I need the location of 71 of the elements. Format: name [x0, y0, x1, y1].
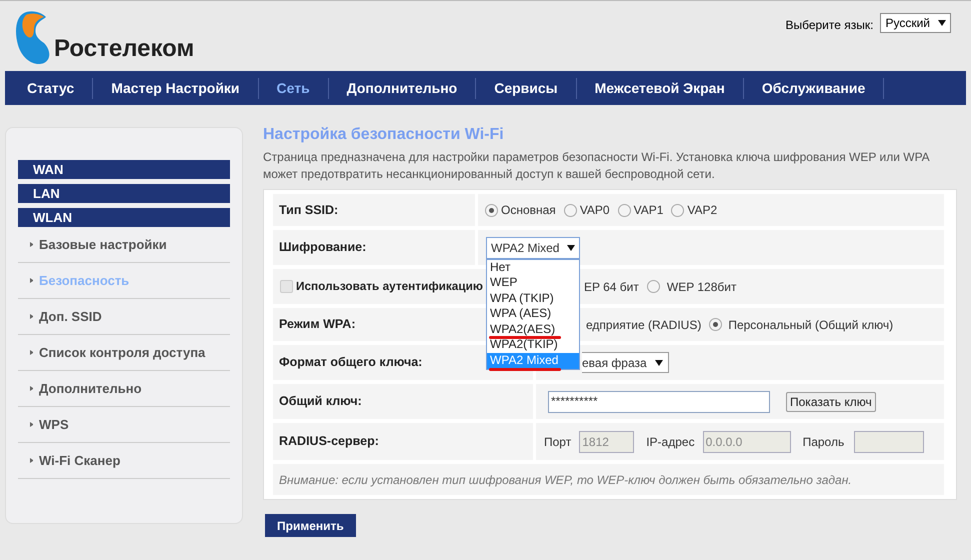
- radio-label: VAP1: [634, 202, 664, 219]
- page-description: Страница предназначена для настройки параметров безопасности Wi-Fi. Установка ключа шифрования WEP или WPA может предотвратить несанкционированный доступ к вашей беспроводной сети.: [263, 149, 930, 183]
- radio-button[interactable]: [618, 204, 631, 216]
- bullet-icon: [30, 242, 33, 247]
- radio-button[interactable]: [485, 204, 498, 216]
- language-select[interactable]: Русский: [880, 13, 951, 33]
- nav-tab[interactable]: Сервисы: [476, 78, 577, 98]
- nav-tab[interactable]: Дополнительно: [328, 78, 476, 98]
- radio-label: VAP2: [687, 202, 718, 219]
- brand-name: Ростелеком: [54, 37, 194, 61]
- sidebar-item[interactable]: Список контроля доступа: [39, 342, 206, 362]
- dropdown-option[interactable]: WPA (AES): [487, 306, 579, 322]
- bullet-icon: [30, 278, 33, 283]
- radio-label: едприятие (RADIUS): [586, 316, 702, 334]
- underline-mark: [489, 368, 561, 371]
- encryption-select[interactable]: WPA2 Mixed: [486, 236, 580, 258]
- bullet-icon: [30, 350, 33, 355]
- field-label: Шифрование:: [279, 239, 366, 256]
- checkbox[interactable]: [280, 280, 293, 293]
- dropdown-option[interactable]: WEP: [487, 275, 579, 291]
- radio-button[interactable]: [671, 204, 684, 216]
- show-key-button[interactable]: Показать ключ: [786, 392, 876, 412]
- underline-mark: [489, 336, 561, 340]
- radio-label: Персональный (Общий ключ): [728, 316, 894, 334]
- nav-tab[interactable]: Обслуживание: [744, 78, 884, 98]
- dropdown-option[interactable]: WPA2(AES): [487, 322, 579, 338]
- checkbox-label: Использовать аутентификацию: [296, 278, 484, 295]
- caret-icon: [654, 360, 663, 366]
- field-label: Режим WPA:: [279, 316, 356, 334]
- password-label: Пароль: [802, 434, 844, 450]
- logo-icon: [14, 11, 52, 67]
- sidebar-item[interactable]: Базовые настройки: [39, 234, 167, 254]
- sidebar-header[interactable]: WAN: [18, 160, 230, 179]
- sidebar-item[interactable]: Wi-Fi Сканер: [39, 450, 120, 470]
- warning-note: Внимание: если установлен тип шифрования WEP, то WEP-ключ должен быть обязательно задан.: [279, 472, 852, 488]
- caret-icon: [938, 20, 946, 26]
- bullet-icon: [30, 422, 33, 427]
- bullet-icon: [30, 314, 33, 319]
- key-format-select[interactable]: евая фраза: [582, 352, 669, 373]
- radio-button[interactable]: [646, 280, 660, 293]
- nav-tab[interactable]: Статус: [9, 78, 94, 98]
- field-label: Тип SSID:: [279, 202, 338, 219]
- sidebar-item[interactable]: WPS: [39, 414, 69, 434]
- radio-label: Основная: [501, 202, 556, 219]
- language-label: Выберите язык:: [785, 17, 874, 34]
- radio-label: WEP 128бит: [666, 278, 736, 296]
- radio-label: VAP0: [580, 202, 610, 219]
- nav-tab[interactable]: Мастер Настройки: [93, 78, 259, 98]
- caret-icon: [567, 244, 575, 250]
- dropdown-option[interactable]: WPA (TKIP): [487, 290, 579, 306]
- radio-button[interactable]: [709, 318, 722, 331]
- dropdown-option[interactable]: WPA2(TKIP): [487, 337, 579, 354]
- apply-button[interactable]: Применить: [265, 514, 356, 537]
- field-label: Формат общего ключа:: [279, 354, 422, 372]
- bullet-icon: [30, 386, 33, 391]
- radio-button[interactable]: [564, 204, 577, 216]
- field-label: Общий ключ:: [279, 393, 362, 410]
- page-title: Настройка безопасности Wi-Fi: [263, 125, 505, 145]
- field-label: RADIUS-сервер:: [279, 433, 379, 450]
- bullet-icon: [30, 458, 33, 463]
- sidebar-header[interactable]: WLAN: [18, 208, 230, 227]
- dropdown-option[interactable]: Нет: [487, 260, 579, 276]
- sidebar-item[interactable]: Дополнительно: [39, 378, 142, 398]
- nav-tab[interactable]: Межсетевой Экран: [576, 78, 744, 98]
- sidebar-header[interactable]: LAN: [18, 184, 230, 203]
- port-label: Порт: [544, 434, 572, 450]
- radio-label: EP 64 бит: [584, 278, 639, 296]
- nav-tab[interactable]: Сеть: [258, 78, 329, 98]
- ip-label: IP-адрес: [646, 434, 695, 450]
- key-input[interactable]: **********: [548, 390, 770, 412]
- sidebar-item[interactable]: Доп. SSID: [39, 306, 102, 326]
